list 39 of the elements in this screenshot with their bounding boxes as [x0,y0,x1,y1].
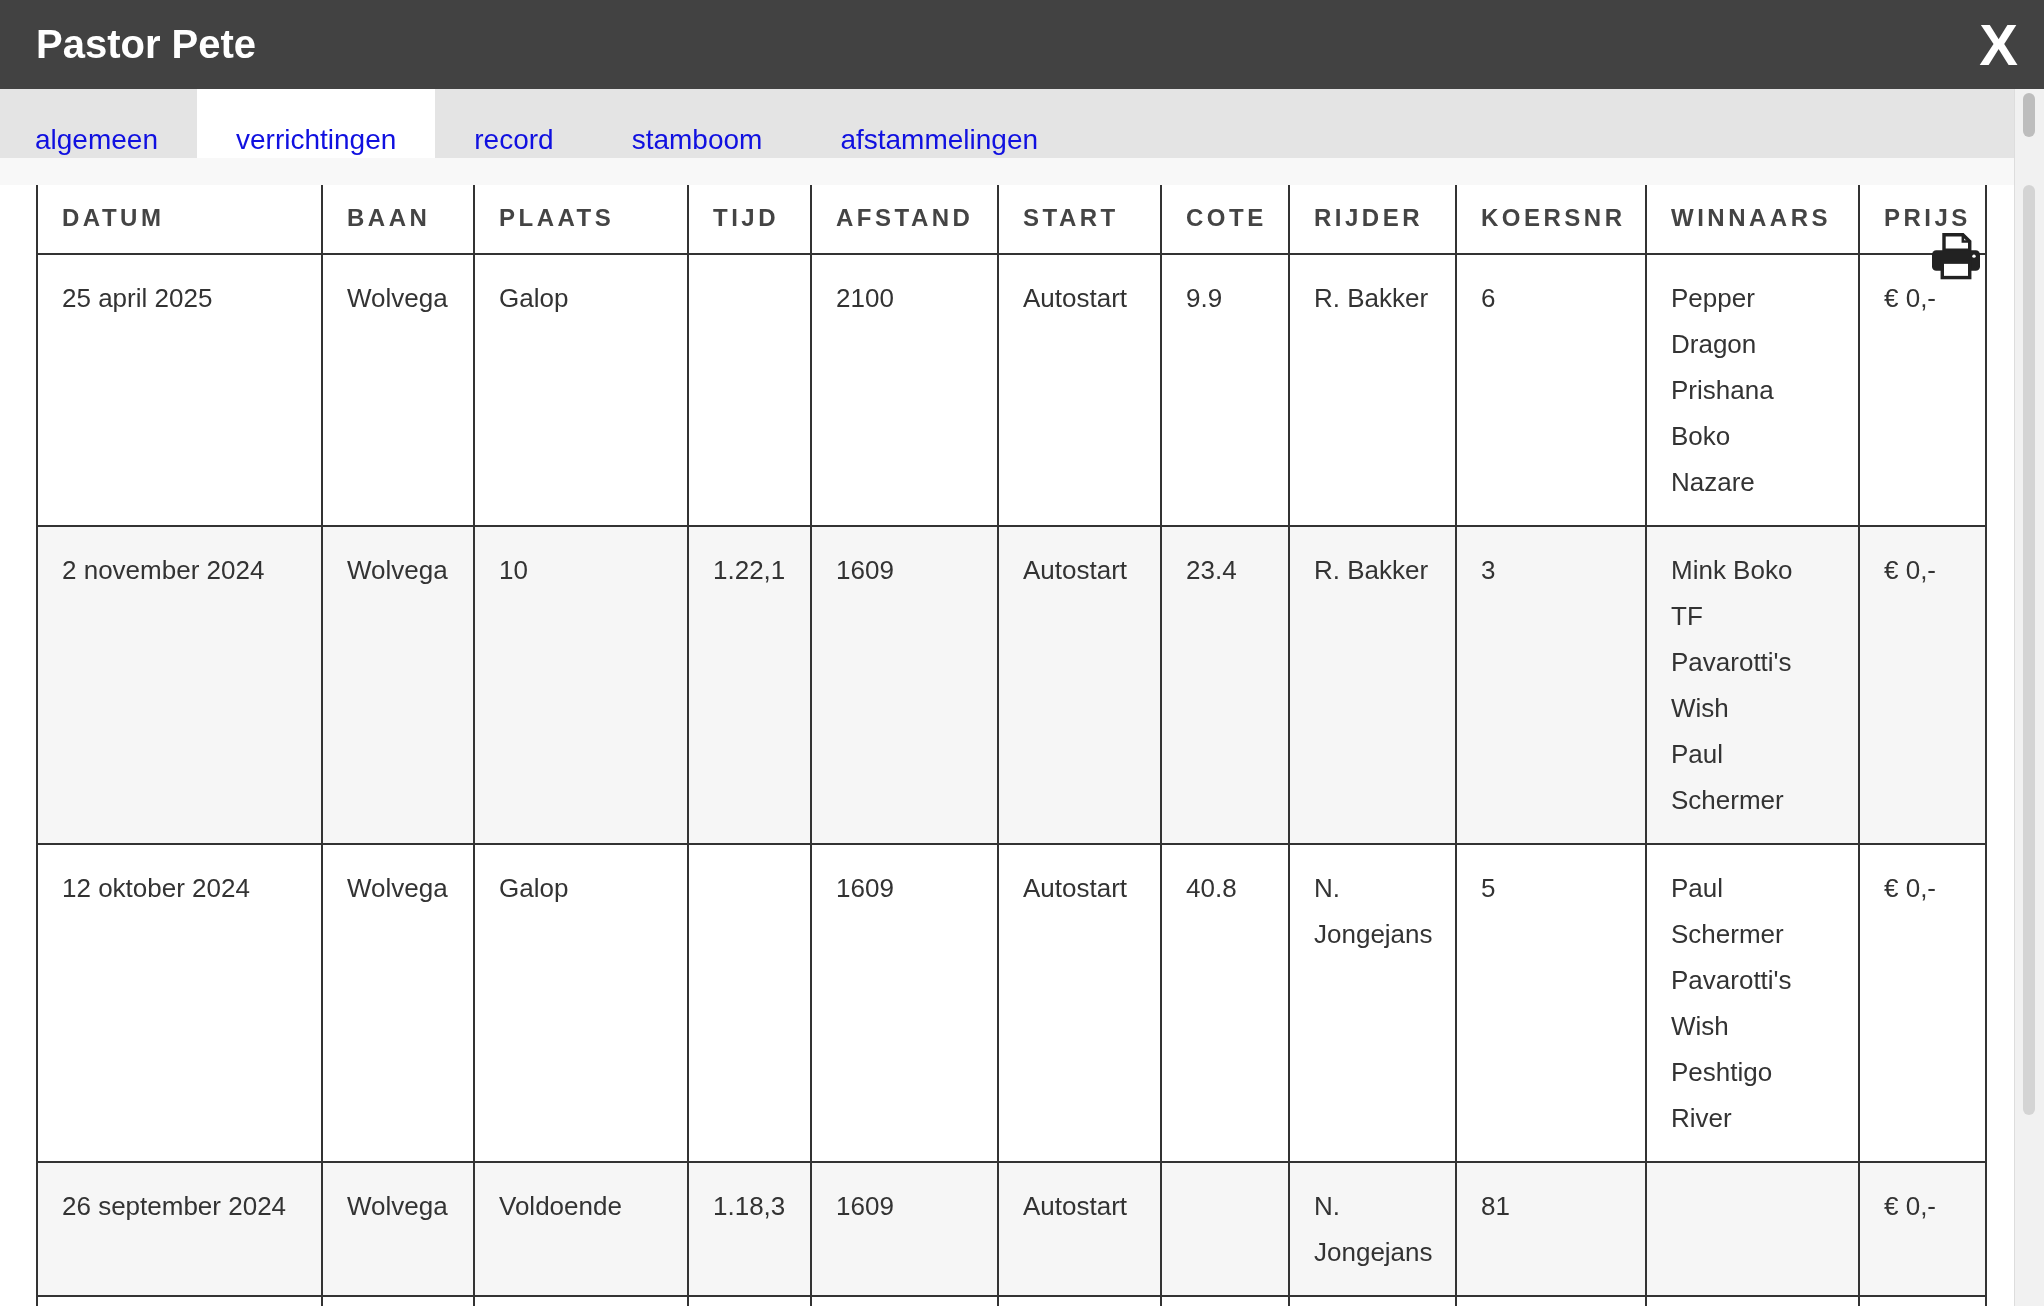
table-cell: € 0,- [1859,1162,1986,1296]
table-cell: Wolvega [322,1162,474,1296]
table-cell: N. Jongejans [1289,1162,1456,1296]
tab[interactable]: stamboom [592,89,802,158]
column-header: COTE [1161,185,1289,254]
column-header: BAAN [322,185,474,254]
table-cell: 3 [1456,526,1646,844]
column-header: AFSTAND [811,185,998,254]
close-button[interactable]: X [1979,15,2018,74]
column-header: START [998,185,1161,254]
window-title: Pastor Pete [36,22,257,67]
table-cell: Autostart [998,526,1161,844]
table-cell: 2 november 2024 [37,526,322,844]
table-cell: Mink Boko TF Pavarotti's Wish Paul Schermer [1646,526,1859,844]
table-cell: Wolvega [322,526,474,844]
table-cell: 1.18,3 [688,1162,811,1296]
column-header: PLAATS [474,185,688,254]
table-cell: 10 [474,526,688,844]
table-cell: 26 september 2024 [37,1162,322,1296]
printer-icon[interactable] [1930,233,1982,281]
scrollbar[interactable] [2014,89,2044,1306]
column-header: WINNAARS [1646,185,1859,254]
table-cell: € 0,- [1859,526,1986,844]
table-cell: 1.22,1 [688,526,811,844]
table-cell: 23.4 [1161,526,1289,844]
tab[interactable]: afstammelingen [801,89,1078,158]
table-cell: 1609 [811,526,998,844]
tab[interactable]: record [435,89,593,158]
table-cell: Autostart [998,1162,1161,1296]
tab[interactable]: verrichtingen [197,89,436,158]
table-cell: R. Bakker [1289,526,1456,844]
column-header: TIJD [688,185,811,254]
table-cell: 1609 [811,1162,998,1296]
column-header: KOERSNR [1456,185,1646,254]
table-cell: 81 [1456,1162,1646,1296]
table-cell: Voldoende [474,1162,688,1296]
column-header: DATUM [37,185,322,254]
column-header: RIJDER [1289,185,1456,254]
tab[interactable]: algemeen [0,89,197,158]
